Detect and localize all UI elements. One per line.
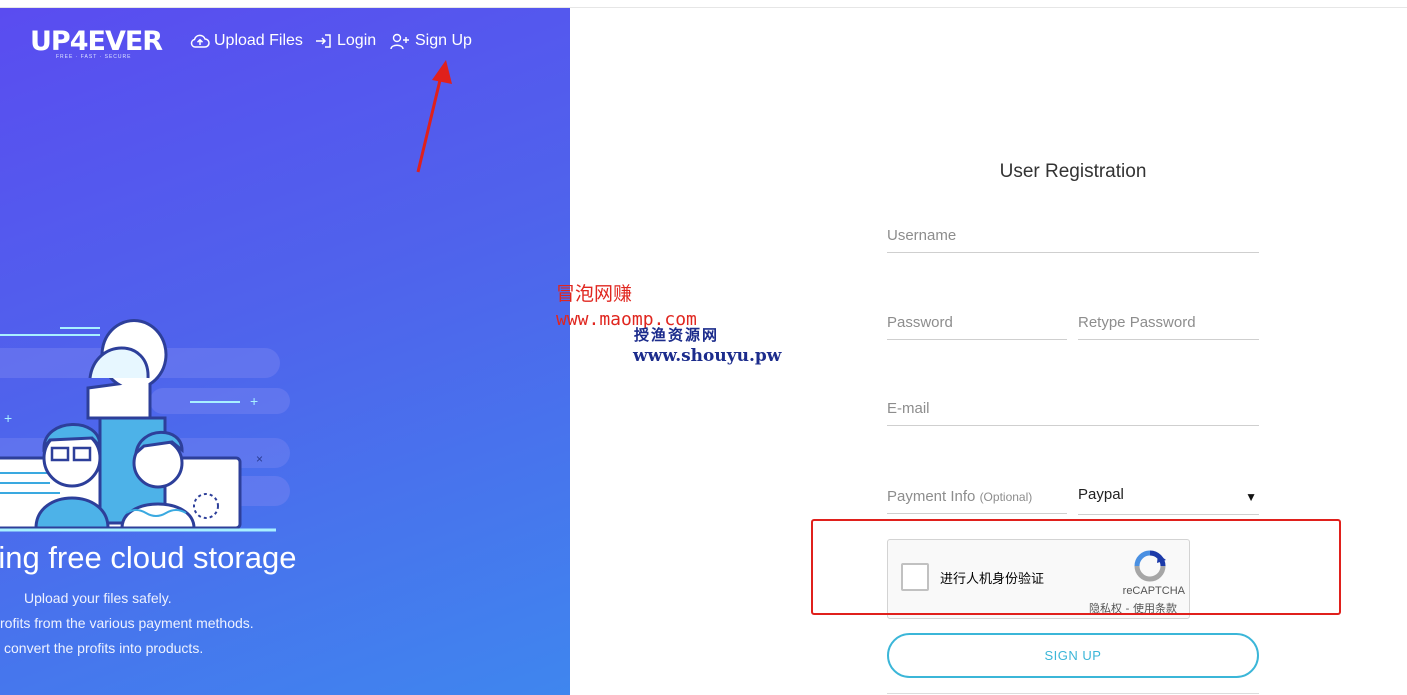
watermark-blue-url: www.shouyu.pw <box>633 346 782 366</box>
payment-method-select[interactable]: Paypal ▼ <box>1078 484 1259 515</box>
svg-text:×: × <box>256 452 263 466</box>
sign-up-button[interactable]: SIGN UP <box>887 633 1259 678</box>
payment-optional-label: (Optional) <box>979 490 1033 504</box>
email-input[interactable] <box>887 400 1259 417</box>
username-input[interactable] <box>887 227 1259 244</box>
logo-tagline: FREE · FAST · SECURE <box>56 54 132 60</box>
user-plus-icon <box>390 33 409 49</box>
payment-method-value: Paypal <box>1078 486 1124 503</box>
nav-upload-files[interactable]: Upload Files <box>190 32 303 50</box>
hero-line-1: Upload your files safely. <box>24 590 172 606</box>
watermark-blue-title: 授渔资源网 <box>634 326 720 344</box>
logo-text: UP4EVER <box>30 26 163 57</box>
annotation-highlight-box <box>811 519 1341 615</box>
cloud-upload-icon <box>190 34 210 48</box>
sign-in-icon <box>316 34 331 48</box>
registration-title: User Registration <box>999 161 1147 182</box>
password-field[interactable] <box>887 314 1067 340</box>
password-input[interactable] <box>887 314 1067 331</box>
svg-text:+: + <box>4 410 12 426</box>
dropdown-caret-icon: ▼ <box>1245 490 1257 504</box>
nav-login[interactable]: Login <box>315 32 376 50</box>
browser-top-strip <box>0 0 1407 8</box>
nav-sign-up[interactable]: Sign Up <box>390 32 472 50</box>
hero-panel: UP4EVER FREE · FAST · SECURE Upload File… <box>0 8 570 695</box>
username-field[interactable] <box>887 227 1259 253</box>
email-field[interactable] <box>887 400 1259 426</box>
watermark-red-title: 冒泡网赚 <box>556 283 633 305</box>
retype-password-field[interactable] <box>1078 314 1259 340</box>
annotation-arrow <box>416 60 452 173</box>
form-divider <box>887 693 1259 694</box>
nav-login-label: Login <box>337 32 377 49</box>
hero-line-3: convert the profits into products. <box>4 640 204 656</box>
nav-upload-label: Upload Files <box>214 32 303 49</box>
retype-password-input[interactable] <box>1078 314 1259 331</box>
team-illustration: × + + × <box>0 319 290 532</box>
hero-line-2: rofits from the various payment methods. <box>0 615 254 631</box>
payment-info-label: Payment Info <box>887 488 976 505</box>
nav-signup-label: Sign Up <box>415 32 472 49</box>
payment-info-field[interactable]: Payment Info (Optional) <box>887 488 1067 514</box>
svg-text:+: + <box>250 393 258 409</box>
site-logo[interactable]: UP4EVER <box>30 26 163 57</box>
hero-title: ring free cloud storage <box>0 540 297 575</box>
